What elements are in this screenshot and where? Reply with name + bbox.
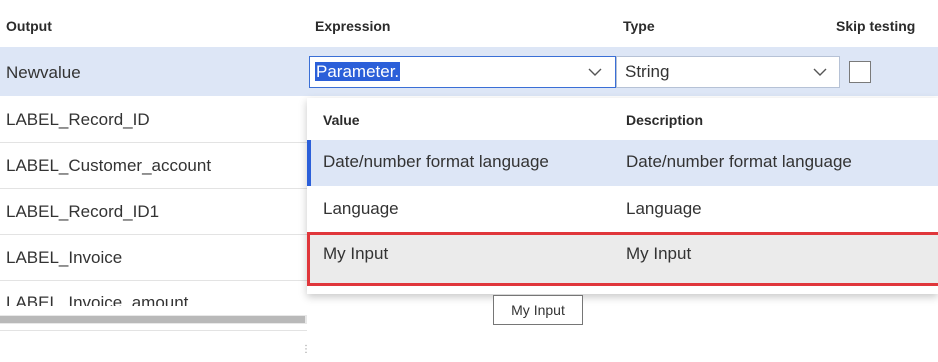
output-cell[interactable]: LABEL_Record_ID — [6, 110, 150, 130]
column-header-output[interactable]: Output — [6, 18, 52, 34]
scrollbar-thumb[interactable] — [0, 316, 305, 323]
chevron-down-icon[interactable] — [587, 66, 603, 78]
dropdown-item-description: My Input — [626, 244, 692, 263]
output-cell: Newvalue — [6, 63, 81, 82]
dropdown-item[interactable]: Language Language — [307, 187, 938, 233]
dropdown-item[interactable]: Date/number format language Date/number … — [307, 140, 938, 186]
row-divider — [0, 142, 307, 143]
dropdown-item-value: Date/number format language — [323, 152, 549, 171]
dropdown-item-value: My Input — [323, 244, 389, 263]
chevron-down-icon[interactable] — [812, 66, 828, 78]
lookup-dropdown: Value Description Date/number format lan… — [307, 98, 938, 294]
dropdown-item-description: Language — [626, 199, 702, 218]
column-header-type[interactable]: Type — [623, 18, 655, 34]
expression-input-text[interactable]: Parameter. — [315, 62, 401, 81]
row-divider — [0, 234, 307, 235]
skip-testing-checkbox[interactable] — [849, 61, 871, 83]
row-divider — [0, 330, 307, 331]
row-divider — [0, 280, 307, 281]
expression-combobox[interactable]: Parameter. — [309, 56, 616, 88]
type-combobox[interactable]: String — [616, 56, 840, 88]
dropdown-header-description: Description — [626, 112, 704, 128]
dropdown-item-value: Language — [323, 199, 399, 218]
dropdown-item-description: Date/number format language — [626, 152, 852, 171]
type-value: String — [625, 62, 670, 81]
output-cell[interactable]: LABEL_Customer_account — [6, 156, 211, 176]
output-cell[interactable]: LABEL_Invoice — [6, 248, 122, 268]
column-header-expression[interactable]: Expression — [315, 18, 390, 34]
output-cell-clipped: LABEL_Invoice_amount — [0, 287, 307, 306]
output-cell[interactable]: LABEL_Record_ID1 — [6, 202, 159, 222]
dropdown-header-value: Value — [323, 112, 360, 128]
output-cell[interactable]: LABEL_Invoice_amount — [6, 293, 188, 306]
tooltip: My Input — [493, 295, 583, 325]
dropdown-item[interactable]: My Input My Input — [307, 234, 938, 284]
row-divider — [0, 188, 307, 189]
column-header-skip-testing[interactable]: Skip testing — [836, 18, 915, 34]
resize-grip-icon[interactable]: ⋮ — [301, 344, 311, 355]
